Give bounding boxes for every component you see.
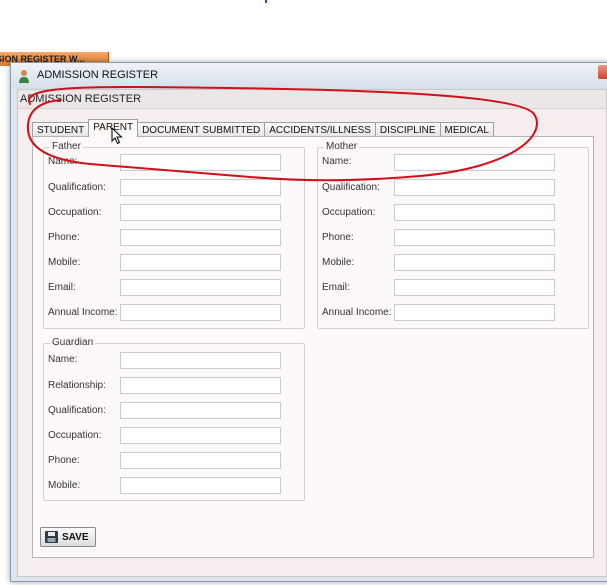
mother-occupation-input[interactable] [394, 204, 555, 221]
guardian-relationship-label: Relationship: [48, 380, 106, 391]
father-qualification-label: Qualification: [48, 182, 106, 193]
close-button[interactable] [598, 65, 607, 79]
save-button[interactable]: SAVE [40, 527, 96, 547]
guardian-phone-input[interactable] [120, 452, 281, 469]
mother-mobile-input[interactable] [394, 254, 555, 271]
form-title: ADMISSION REGISTER [20, 93, 142, 105]
father-qualification-input[interactable] [120, 179, 281, 196]
tab-medical[interactable]: MEDICAL [439, 122, 494, 137]
mother-group: Mother Name: Qualification: Occupation: … [317, 141, 589, 329]
father-email-input[interactable] [120, 279, 281, 296]
floppy-disk-icon [45, 531, 58, 543]
parent-tab-panel: Father Name: Qualification: Occupation: … [32, 136, 594, 558]
mother-occupation-label: Occupation: [322, 207, 376, 218]
father-annual-income-input[interactable] [120, 304, 281, 321]
father-name-label: Name: [48, 156, 78, 167]
father-phone-label: Phone: [48, 232, 80, 243]
father-phone-input[interactable] [120, 229, 281, 246]
window-title: ADMISSION REGISTER [37, 69, 159, 81]
mother-annual-income-input[interactable] [394, 304, 555, 321]
tab-student[interactable]: STUDENT [32, 122, 90, 137]
tab-bar: STUDENT PARENT DOCUMENT SUBMITTED ACCIDE… [32, 119, 494, 137]
guardian-phone-label: Phone: [48, 455, 80, 466]
mother-mobile-label: Mobile: [322, 257, 355, 268]
father-occupation-label: Occupation: [48, 207, 102, 218]
mother-qualification-label: Qualification: [322, 182, 380, 193]
guardian-name-label: Name: [48, 354, 78, 365]
mother-qualification-input[interactable] [394, 179, 555, 196]
father-legend: Father [50, 141, 83, 152]
guardian-relationship-input[interactable] [120, 377, 281, 394]
guardian-occupation-label: Occupation: [48, 430, 102, 441]
mother-legend: Mother [324, 141, 360, 152]
guardian-occupation-input[interactable] [120, 427, 281, 444]
tab-discipline[interactable]: DISCIPLINE [374, 122, 441, 137]
guardian-qualification-input[interactable] [120, 402, 281, 419]
mother-name-label: Name: [322, 156, 352, 167]
guardian-name-input[interactable] [120, 352, 281, 369]
tab-document-submitted[interactable]: DOCUMENT SUBMITTED [137, 122, 266, 137]
father-mobile-label: Mobile: [48, 257, 81, 268]
window-titlebar: ADMISSION REGISTER [11, 63, 607, 89]
father-occupation-input[interactable] [120, 204, 281, 221]
mother-email-input[interactable] [394, 279, 555, 296]
guardian-qualification-label: Qualification: [48, 405, 106, 416]
admission-register-window: ADMISSION REGISTER ADMISSION REGISTER ST… [10, 62, 607, 582]
father-name-input[interactable] [120, 154, 281, 171]
guardian-legend: Guardian [50, 337, 96, 348]
father-email-label: Email: [48, 282, 76, 293]
save-button-label: SAVE [62, 531, 89, 543]
form-header-strip: ADMISSION REGISTER [18, 90, 606, 109]
father-group: Father Name: Qualification: Occupation: … [43, 141, 305, 329]
blue-dot-artifact [265, 0, 267, 3]
mother-phone-input[interactable] [394, 229, 555, 246]
father-mobile-input[interactable] [120, 254, 281, 271]
guardian-mobile-input[interactable] [120, 477, 281, 494]
person-app-icon [19, 70, 29, 83]
form-client-area: ADMISSION REGISTER STUDENT PARENT DOCUME… [17, 89, 607, 577]
mother-name-input[interactable] [394, 154, 555, 171]
tab-accidents-illness[interactable]: ACCIDENTS/ILLNESS [264, 122, 376, 137]
guardian-mobile-label: Mobile: [48, 480, 81, 491]
father-annual-income-label: Annual Income: [48, 307, 118, 318]
mother-annual-income-label: Annual Income: [322, 307, 392, 318]
guardian-group: Guardian Name: Relationship: Qualificati… [43, 337, 305, 501]
mother-email-label: Email: [322, 282, 350, 293]
mouse-cursor-icon [111, 127, 123, 145]
mother-phone-label: Phone: [322, 232, 354, 243]
